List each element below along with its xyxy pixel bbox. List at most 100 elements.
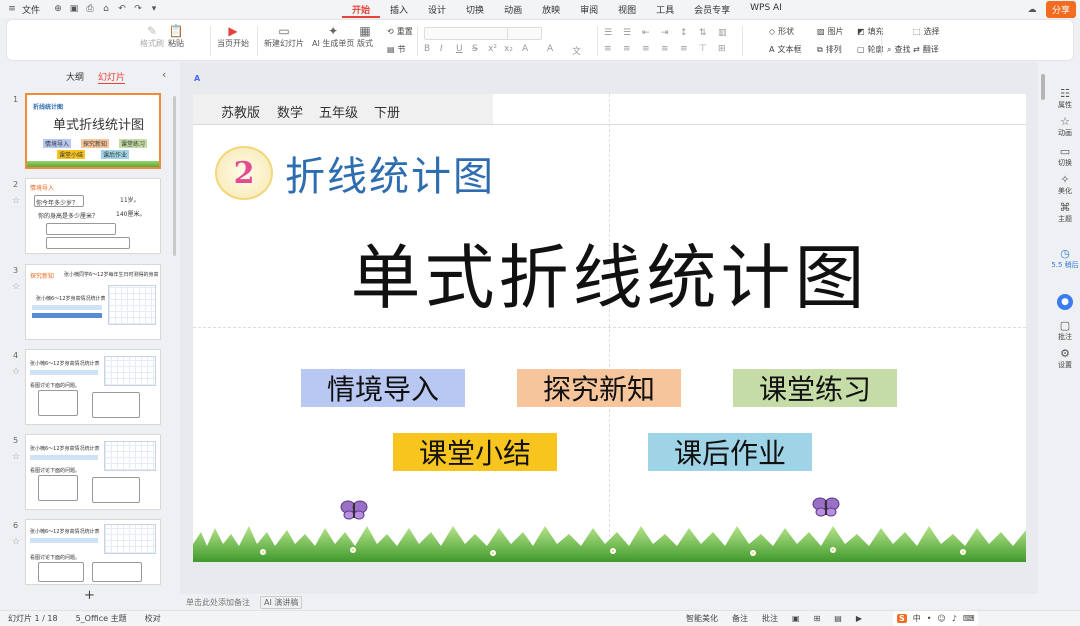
menu-tab[interactable]: WPS AI xyxy=(740,0,792,18)
columns-button[interactable]: ▥ xyxy=(718,28,727,38)
new-icon[interactable]: ⊕ xyxy=(52,3,64,15)
vertical-align-button[interactable]: ⊤ xyxy=(699,44,707,54)
align-right-button[interactable]: ≡ xyxy=(642,44,650,54)
animation-button[interactable]: ☆ 动画 xyxy=(1050,116,1080,138)
highlight-button[interactable]: A xyxy=(547,44,553,54)
picture-button[interactable]: ▨ 图片 xyxy=(817,26,844,37)
tab-slides[interactable]: 幻灯片 xyxy=(98,70,126,84)
remarks-button[interactable]: 备注 xyxy=(732,613,748,624)
save-icon[interactable]: ▣ xyxy=(68,3,80,15)
number-list-button[interactable]: ☰ xyxy=(623,28,631,38)
align-left-button[interactable]: ≡ xyxy=(604,44,612,54)
translate-button[interactable]: ⇄ 翻译 xyxy=(913,44,939,55)
theme-name[interactable]: 5_Office 主题 xyxy=(76,613,127,624)
star-icon[interactable]: ☆ xyxy=(12,452,20,462)
increase-indent-button[interactable]: ⇥ xyxy=(661,28,669,38)
section-button[interactable]: ▤ 节 xyxy=(387,44,406,55)
new-slide-button[interactable]: ▭ 新建幻灯片 xyxy=(264,24,304,49)
homework-button[interactable]: 课后作业 xyxy=(648,433,812,471)
format-painter-button[interactable]: ✎ 格式刷 xyxy=(140,24,164,49)
align-center-button[interactable]: ≡ xyxy=(623,44,631,54)
undo-icon[interactable]: ↶ xyxy=(116,3,128,15)
reset-button[interactable]: ⟲ 重置 xyxy=(387,26,413,37)
menu-tab[interactable]: 放映 xyxy=(532,0,570,18)
summary-button[interactable]: 课堂小结 xyxy=(393,433,557,471)
bullet-list-button[interactable]: ☰ xyxy=(604,28,612,38)
select-button[interactable]: ⬚ 选择 xyxy=(913,26,940,37)
menu-tab[interactable]: 会员专享 xyxy=(684,0,740,18)
slide[interactable]: 苏教版 数学 五年级 下册 2 折线统计图 单式折线统计图 情境导入 探究新知 … xyxy=(193,94,1026,562)
ime-language[interactable]: 中 xyxy=(913,613,921,624)
arrange-button[interactable]: ⧉ 排列 xyxy=(817,44,842,55)
properties-button[interactable]: ☷ 属性 xyxy=(1050,88,1080,110)
chapter-title[interactable]: 折线统计图 xyxy=(285,144,495,202)
mic-icon[interactable]: ♪ xyxy=(952,614,957,623)
slide-thumbnail[interactable]: 张小楠6～12岁身高情况统计表 看图讨论下面的问题。 xyxy=(25,349,161,425)
slide-thumb-row[interactable]: 1 折线统计图 单式折线统计图 情境导入 探究新知 课堂练习 课堂小结 课后作业 xyxy=(0,93,178,173)
text-direction-button[interactable]: ⇅ xyxy=(699,28,707,38)
assistant-button[interactable]: ● xyxy=(1050,294,1080,310)
line-spacing-button[interactable]: ↕ xyxy=(680,28,688,38)
ai-speech-button[interactable]: AI 演讲稿 xyxy=(260,596,303,609)
preview-icon[interactable]: ⌂ xyxy=(100,3,112,15)
chevron-left-icon[interactable]: ‹ xyxy=(162,68,166,81)
ai-assistant-icon[interactable]: A xyxy=(194,74,206,86)
font-color-button[interactable]: A xyxy=(522,44,528,54)
menu-tab[interactable]: 动画 xyxy=(494,0,532,18)
slide-thumbnail[interactable]: 折线统计图 单式折线统计图 情境导入 探究新知 课堂练习 课堂小结 课后作业 xyxy=(25,93,161,169)
strike-button[interactable]: S̶ xyxy=(472,44,478,54)
char-spacing-button[interactable]: 文 xyxy=(572,44,581,57)
menu-tab[interactable]: 开始 xyxy=(342,0,381,18)
proofread-button[interactable]: 校对 xyxy=(145,613,161,624)
menu-tab[interactable]: 视图 xyxy=(608,0,646,18)
italic-button[interactable]: I xyxy=(440,44,443,54)
practice-button[interactable]: 课堂练习 xyxy=(733,369,897,407)
star-icon[interactable]: ☆ xyxy=(12,537,20,547)
slide-thumb-row[interactable]: 2 ☆ 情境导入 你今年多少岁？ 11岁。 140厘米。 你的身高是多少厘米？ xyxy=(0,178,178,258)
canvas-scrollbar[interactable] xyxy=(1040,70,1046,590)
bold-button[interactable]: B xyxy=(424,44,430,54)
slide-thumb-row[interactable]: 3 ☆ 探究新知 张小楠同学6～12岁每年生日时测得的身高 张小楠6～12岁身高… xyxy=(0,264,178,344)
normal-view-icon[interactable]: ▣ xyxy=(792,614,800,623)
keyboard-icon[interactable]: ⌨ xyxy=(963,614,975,623)
justify-button[interactable]: ≡ xyxy=(661,44,669,54)
share-button[interactable]: 分享 xyxy=(1045,1,1076,18)
textbox-button[interactable]: A 文本框 xyxy=(769,44,801,55)
outline-button[interactable]: ▢ 轮廓 xyxy=(857,44,884,55)
slide-thumbnail[interactable]: 探究新知 张小楠同学6～12岁每年生日时测得的身高 张小楠6～12岁身高情况统计… xyxy=(25,264,161,340)
font-size-select[interactable] xyxy=(507,27,543,40)
play-from-current-button[interactable]: ▶ 当页开始 xyxy=(217,24,249,49)
cloud-icon[interactable]: ☁ xyxy=(1026,4,1038,16)
settings-button[interactable]: ⚙ 设置 xyxy=(1050,348,1080,370)
slideshow-icon[interactable]: ▶ xyxy=(856,614,862,623)
intro-button[interactable]: 情境导入 xyxy=(301,369,465,407)
find-button[interactable]: ⌕ 查找 xyxy=(887,44,910,55)
file-menu[interactable]: 文件 xyxy=(22,3,40,16)
lesson-title[interactable]: 单式折线统计图 xyxy=(193,222,1026,323)
notes-input[interactable]: 单击此处添加备注 xyxy=(186,597,250,608)
ai-generate-button[interactable]: ✦ AI 生成单页 xyxy=(312,24,354,49)
tab-outline[interactable]: 大纲 xyxy=(66,70,84,84)
sogou-icon[interactable]: S xyxy=(897,614,907,623)
theme-button[interactable]: ⌘ 主题 xyxy=(1050,202,1080,224)
more-icon[interactable]: ▾ xyxy=(148,3,160,15)
beautify-button[interactable]: ✧ 美化 xyxy=(1050,174,1080,196)
reading-view-icon[interactable]: ▤ xyxy=(834,614,842,623)
redo-icon[interactable]: ↷ xyxy=(132,3,144,15)
menu-tab[interactable]: 审阅 xyxy=(570,0,608,18)
transition-button[interactable]: ▭ 切换 xyxy=(1050,146,1080,168)
menu-tab[interactable]: 设计 xyxy=(418,0,456,18)
layout-button[interactable]: ▦ 版式 xyxy=(357,24,373,49)
fill-button[interactable]: ◩ 填充 xyxy=(857,26,884,37)
smart-beautify-button[interactable]: 智能美化 xyxy=(686,613,718,624)
subscript-button[interactable]: x₂ xyxy=(504,44,513,54)
explore-button[interactable]: 探究新知 xyxy=(517,369,681,407)
smartart-button[interactable]: ⊞ xyxy=(718,44,726,54)
star-icon[interactable]: ☆ xyxy=(12,196,20,206)
paste-button[interactable]: 📋 粘贴 xyxy=(168,24,184,49)
punctuation-icon[interactable]: • xyxy=(927,614,932,623)
slide-thumb-row[interactable]: 4 ☆ 张小楠6～12岁身高情况统计表 看图讨论下面的问题。 xyxy=(0,349,178,429)
decrease-indent-button[interactable]: ⇤ xyxy=(642,28,650,38)
shape-button[interactable]: ◇ 形状 xyxy=(769,26,794,37)
slide-thumbnail[interactable]: 张小楠6～12岁身高情况统计表 看图讨论下面的问题。 xyxy=(25,434,161,510)
